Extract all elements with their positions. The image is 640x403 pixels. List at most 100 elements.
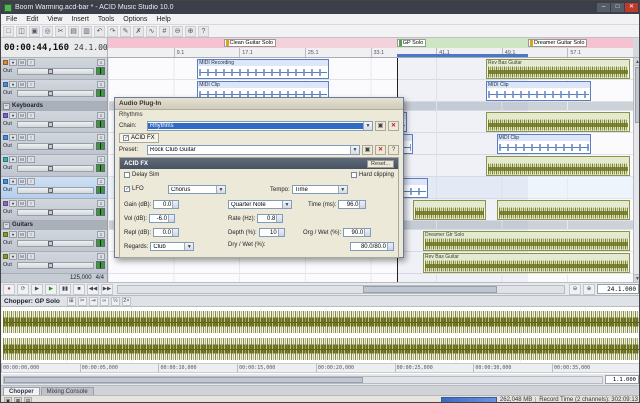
chopper-selection-value[interactable]: 1.1.000 — [605, 375, 639, 384]
dock-tab[interactable]: Chopper — [3, 387, 40, 395]
draw-tool-icon[interactable]: ✎ — [120, 25, 131, 37]
track-arm-button[interactable]: ● — [9, 112, 17, 119]
menu-item[interactable]: Insert — [71, 16, 89, 23]
remove-plugin-icon[interactable]: ✕ — [388, 121, 399, 131]
gain-spinner[interactable]: 0.0 — [153, 200, 180, 209]
drywet-value[interactable]: 80.0/80.0 — [350, 242, 394, 251]
track-volume-slider[interactable] — [17, 142, 94, 150]
vol-spinner[interactable]: -6.0 — [149, 214, 176, 223]
track-mute-button[interactable]: M — [18, 81, 26, 88]
cut-icon[interactable]: ✂ — [55, 25, 66, 37]
chevron-down-icon[interactable]: ▼ — [337, 186, 347, 193]
track-output-label[interactable]: Out — [3, 240, 15, 246]
chopper-double-icon[interactable]: 2× — [121, 296, 131, 306]
track-mute-button[interactable]: M — [18, 112, 26, 119]
track-volume-slider[interactable] — [17, 67, 94, 75]
copy-icon[interactable]: ▤ — [68, 25, 79, 37]
time-ms-spinner[interactable]: 96.0 — [338, 200, 367, 209]
undo-icon[interactable]: ↶ — [94, 25, 105, 37]
track-header[interactable]: − ● M ! ≡ Out — [1, 199, 107, 221]
bpm-value[interactable]: 125,000 — [70, 275, 92, 281]
track-mute-button[interactable]: M — [18, 59, 26, 66]
track-header[interactable]: − ● M ! ≡ Out — [1, 111, 107, 133]
track-volume-slider[interactable] — [17, 120, 94, 128]
status-info-icon[interactable]: ▣ — [4, 396, 12, 402]
track-solo-button[interactable]: ! — [27, 253, 35, 260]
track-solo-button[interactable]: ! — [27, 59, 35, 66]
save-chain-icon[interactable]: ▣ — [375, 121, 386, 131]
chopper-insert-icon[interactable]: ⇥ — [88, 296, 98, 306]
menu-item[interactable]: View — [47, 16, 62, 23]
track-mute-button[interactable]: M — [18, 134, 26, 141]
track-header[interactable]: − ● M ! ≡ Out — [1, 80, 107, 102]
track-menu-button[interactable]: ≡ — [97, 59, 105, 66]
timeline-clip[interactable]: Rev Bas Guitar — [486, 59, 631, 79]
track-mute-button[interactable]: M — [18, 178, 26, 185]
track-arm-button[interactable]: ● — [9, 81, 17, 88]
menu-item[interactable]: Tools — [98, 16, 114, 23]
snap-icon[interactable]: # — [159, 25, 170, 37]
track-header[interactable]: − Guitars ● M ! ≡ — [1, 221, 107, 230]
track-arm-button[interactable]: ● — [9, 59, 17, 66]
preset-combo[interactable]: Rock Club Guitar ▼ — [147, 145, 360, 155]
track-solo-button[interactable]: ! — [27, 134, 35, 141]
menu-item[interactable]: Help — [156, 16, 170, 23]
volume-slider-thumb[interactable] — [48, 240, 53, 246]
tempo-combo[interactable]: Time ▼ — [291, 185, 348, 194]
time-signature-value[interactable]: 4/4 — [96, 275, 104, 281]
timeline-clip[interactable]: MIDI Recording — [197, 59, 329, 79]
chopper-grid-icon[interactable]: ⊞ — [66, 296, 76, 306]
track-header[interactable]: − ● M ! ≡ Out — [1, 177, 107, 199]
timeline-clip[interactable] — [412, 200, 486, 220]
track-arm-button[interactable]: ● — [9, 231, 17, 238]
chopper-scroll-thumb[interactable] — [4, 376, 363, 383]
track-header[interactable]: − ● M ! ≡ Out — [1, 155, 107, 177]
chevron-down-icon[interactable]: ▼ — [184, 243, 194, 250]
timeline-clip[interactable]: Rev Bas Guitar — [423, 253, 631, 273]
zoom-out-icon[interactable]: ⊖ — [172, 25, 183, 37]
volume-slider-thumb[interactable] — [48, 121, 53, 127]
timeline-clip[interactable]: MIDI Clip — [486, 81, 591, 101]
chopper-waveform-area[interactable] — [1, 307, 639, 363]
track-arm-button[interactable]: ● — [9, 156, 17, 163]
envelope-tool-icon[interactable]: ∿ — [146, 25, 157, 37]
chevron-down-icon[interactable]: ▼ — [216, 186, 225, 193]
track-mute-button[interactable]: M — [18, 253, 26, 260]
track-volume-slider[interactable] — [17, 164, 94, 172]
group-collapse-button[interactable]: − — [3, 221, 10, 229]
play-from-start-button[interactable]: ▶ — [31, 283, 43, 295]
track-menu-button[interactable]: ≡ — [97, 156, 105, 163]
help-icon[interactable]: ? — [198, 25, 209, 37]
orgwet-spinner[interactable]: 90.0 — [343, 228, 372, 237]
vertical-scroll-thumb[interactable] — [635, 67, 639, 123]
plugin-help-icon[interactable]: ? — [388, 145, 399, 155]
status-midi-icon[interactable]: ▦ — [14, 396, 22, 402]
record-button[interactable]: ● — [3, 283, 15, 295]
cursor-position-box[interactable]: 24.1.000 — [597, 284, 639, 294]
hard-clipping-checkbox[interactable] — [350, 172, 357, 178]
track-header[interactable]: − Keyboards ● M ! ≡ — [1, 102, 107, 111]
track-header[interactable]: − ● M ! ≡ Out — [1, 230, 107, 252]
marker-bar[interactable]: Clean Guitar Solo GP Solo Dreamer Guitar S… — [108, 38, 633, 48]
track-output-label[interactable]: Out — [3, 262, 15, 268]
track-menu-button[interactable]: ≡ — [97, 134, 105, 141]
new-project-icon[interactable]: □ — [3, 25, 14, 37]
track-mute-button[interactable]: M — [18, 156, 26, 163]
chevron-down-icon[interactable]: ▼ — [282, 201, 291, 208]
track-volume-slider[interactable] — [17, 261, 94, 269]
track-output-label[interactable]: Out — [3, 121, 15, 127]
mod-type-combo[interactable]: Chorus ▼ — [168, 185, 226, 194]
chain-item-acid-fx[interactable]: ACID FX — [119, 133, 159, 143]
volume-slider-thumb[interactable] — [48, 68, 53, 74]
regards-combo[interactable]: Club ▼ — [150, 242, 195, 251]
group-collapse-button[interactable]: − — [3, 102, 10, 110]
track-output-label[interactable]: Out — [3, 187, 15, 193]
volume-slider-thumb[interactable] — [48, 262, 53, 268]
timeline-clip[interactable] — [496, 200, 631, 220]
volume-slider-thumb[interactable] — [48, 209, 53, 215]
track-menu-button[interactable]: ≡ — [97, 178, 105, 185]
dialog-titlebar[interactable]: Audio Plug-In — [115, 98, 403, 110]
track-solo-button[interactable]: ! — [27, 178, 35, 185]
track-volume-slider[interactable] — [17, 239, 94, 247]
track-output-label[interactable]: Out — [3, 165, 15, 171]
